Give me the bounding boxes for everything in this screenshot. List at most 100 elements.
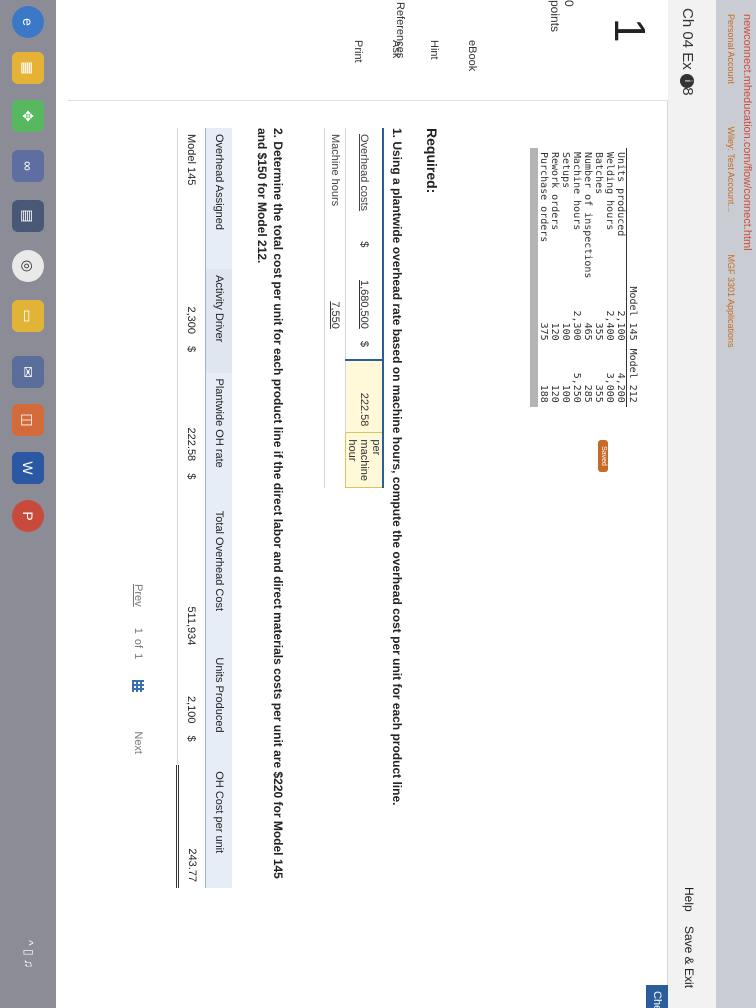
row-value: 355 xyxy=(593,322,604,341)
row-value: 120 xyxy=(549,384,560,403)
bookmark-personal-account[interactable]: Personal Account xyxy=(726,14,736,84)
row-value: 188 xyxy=(538,384,549,403)
row-value: 2,100 xyxy=(615,310,626,341)
row-value: 375 xyxy=(538,322,549,341)
row-label: Rework orders xyxy=(549,152,560,231)
row-value: 3,000 xyxy=(604,372,615,403)
machine-hours-label: Machine hours xyxy=(324,128,346,236)
references-link[interactable]: References xyxy=(394,2,406,58)
mail-icon[interactable]: ✉ xyxy=(12,356,44,388)
units-produced-input[interactable]: 2,100 xyxy=(177,651,206,730)
office-icon[interactable]: ◫ xyxy=(12,404,44,436)
edge-icon[interactable]: e xyxy=(12,6,44,38)
table-header-cell xyxy=(626,148,638,283)
row-value: 355 xyxy=(593,384,604,403)
page-indicator: 1 of 1 xyxy=(132,627,144,660)
powerpoint-icon[interactable]: P xyxy=(12,500,44,532)
grid-app-icon[interactable]: ✥ xyxy=(12,100,44,132)
rate-unit-label: per machine hour xyxy=(345,432,383,488)
points-label: 0 points xyxy=(548,0,576,33)
address-bar[interactable]: newconnect.mheducation.com/flow/connect.… xyxy=(741,14,753,251)
bookmarks-bar: Personal Account Wiley: Test Account... … xyxy=(726,14,736,388)
table-row: Model 145 2,300 $ 222.58 $ 511,934 2,100… xyxy=(177,128,206,888)
header-oh-cost-per-unit: OH Cost per unit xyxy=(205,765,232,888)
bookmark-mgf[interactable]: MGF 3301 Applications xyxy=(726,254,736,347)
ebook-link[interactable]: eBook xyxy=(466,40,478,100)
row-label: Batches xyxy=(593,152,604,195)
currency-symbol: $ xyxy=(345,235,383,260)
check-my-work-button[interactable]: Check my xyxy=(629,985,668,1008)
table-row: Welding hours 2,400 3,000 xyxy=(604,148,615,407)
machine-hours-input[interactable]: 7,550 xyxy=(324,259,346,335)
system-tray[interactable]: ^ ▯ ♫ xyxy=(22,940,36,968)
table-row: Units produced 2,100 4,200 xyxy=(615,148,627,407)
table-header-row: Model 145 Model 212 xyxy=(626,148,638,407)
hint-link[interactable]: Hint xyxy=(428,40,440,100)
currency-symbol: $ xyxy=(177,729,206,766)
row-value: 2,300 xyxy=(571,310,582,341)
table-row: Number of inspections 465 285 xyxy=(582,148,593,407)
overhead-costs-input[interactable]: 1,680,500 xyxy=(345,259,383,335)
table-row: Machine hours 2,300 5,250 xyxy=(571,148,582,407)
table-row: Setups 100 100 xyxy=(560,148,571,407)
word-icon[interactable]: W xyxy=(12,452,44,484)
overhead-costs-label: Overhead costs xyxy=(345,128,383,236)
header-overhead-assigned: Overhead Assigned xyxy=(205,128,232,270)
row-label: Purchase orders xyxy=(538,152,549,243)
next-button[interactable]: Next xyxy=(132,731,144,754)
link-icon[interactable]: ∞ xyxy=(12,150,44,182)
table-header-row: Overhead Assigned Activity Driver Plantw… xyxy=(205,128,232,888)
oh-cost-per-unit-input[interactable]: 243.77 xyxy=(177,765,206,888)
print-link[interactable]: Print xyxy=(352,40,364,100)
question-number: 1 xyxy=(605,18,654,43)
folder-icon[interactable]: ▤ xyxy=(12,200,44,232)
explorer-icon[interactable]: ▭ xyxy=(12,300,44,332)
plantwide-rate-input[interactable]: 222.58 xyxy=(345,359,383,433)
overhead-assigned-table: Overhead Assigned Activity Driver Plantw… xyxy=(176,128,232,888)
row-label: Units produced xyxy=(615,152,626,237)
row-value: 100 xyxy=(560,384,571,403)
table-footer-bar xyxy=(530,148,538,407)
row-label: Welding hours xyxy=(604,152,615,231)
grid-icon[interactable] xyxy=(131,680,144,693)
currency-symbol: $ xyxy=(345,334,383,360)
help-link[interactable]: Help xyxy=(682,887,696,912)
table-row: Overhead costs $ 1,680,500 $ 222.58 per … xyxy=(345,128,383,488)
table-header-cell: Model 212 xyxy=(626,344,638,407)
row-value: 465 xyxy=(582,322,593,341)
plantwide-rate-table: Overhead costs $ 1,680,500 $ 222.58 per … xyxy=(324,128,384,488)
chrome-icon[interactable]: ◎ xyxy=(12,250,44,282)
table-row: Rework orders 120 120 xyxy=(549,148,560,407)
bookmark-wiley[interactable]: Wiley: Test Account... xyxy=(726,127,736,212)
question-1-text: 1. Using a plantwide overhead rate based… xyxy=(390,128,404,806)
store-icon[interactable]: ▦ xyxy=(12,52,44,84)
row-value: 4,200 xyxy=(615,372,626,403)
prev-button[interactable]: Prev xyxy=(132,584,144,607)
question-2-text: 2. Determine the total cost per unit for… xyxy=(255,128,285,879)
pagination: Prev 1 of 1 Next xyxy=(131,584,144,814)
browser-bar: newconnect.mheducation.com/flow/connect.… xyxy=(715,0,756,1008)
row-value: 100 xyxy=(560,322,571,341)
table-row: Batches 355 355 xyxy=(593,148,604,407)
saved-badge: Saved xyxy=(598,440,608,472)
row-label: Number of inspections xyxy=(582,152,593,279)
info-icon[interactable]: i xyxy=(680,74,694,88)
activity-driver-input[interactable]: 2,300 xyxy=(177,269,206,340)
table-row: Machine hours 7,550 xyxy=(324,128,346,488)
header-total-overhead: Total Overhead Cost xyxy=(205,504,232,652)
model-145-label: Model 145 xyxy=(177,128,206,270)
app-header: Ch 04 Ex 4-8 i Help Save & Exit xyxy=(667,0,716,1008)
row-value: 2,400 xyxy=(604,310,615,341)
product-data-table: Model 145 Model 212 Units produced 2,100… xyxy=(530,148,638,407)
total-overhead-input[interactable]: 511,934 xyxy=(177,504,206,652)
header-activity-driver: Activity Driver xyxy=(205,269,232,373)
rotated-screen: newconnect.mheducation.com/flow/connect.… xyxy=(0,0,756,1008)
table-row: Purchase orders 375 188 xyxy=(538,148,549,407)
header-units-produced: Units Produced xyxy=(205,651,232,766)
plantwide-rate-cell[interactable]: 222.58 xyxy=(177,372,206,468)
currency-symbol: $ xyxy=(177,467,206,505)
table-header-cell: Model 145 xyxy=(626,282,638,345)
save-exit-link[interactable]: Save & Exit xyxy=(682,926,696,988)
row-value: 5,250 xyxy=(571,372,582,403)
header-plantwide-rate: Plantwide OH rate xyxy=(205,372,232,505)
